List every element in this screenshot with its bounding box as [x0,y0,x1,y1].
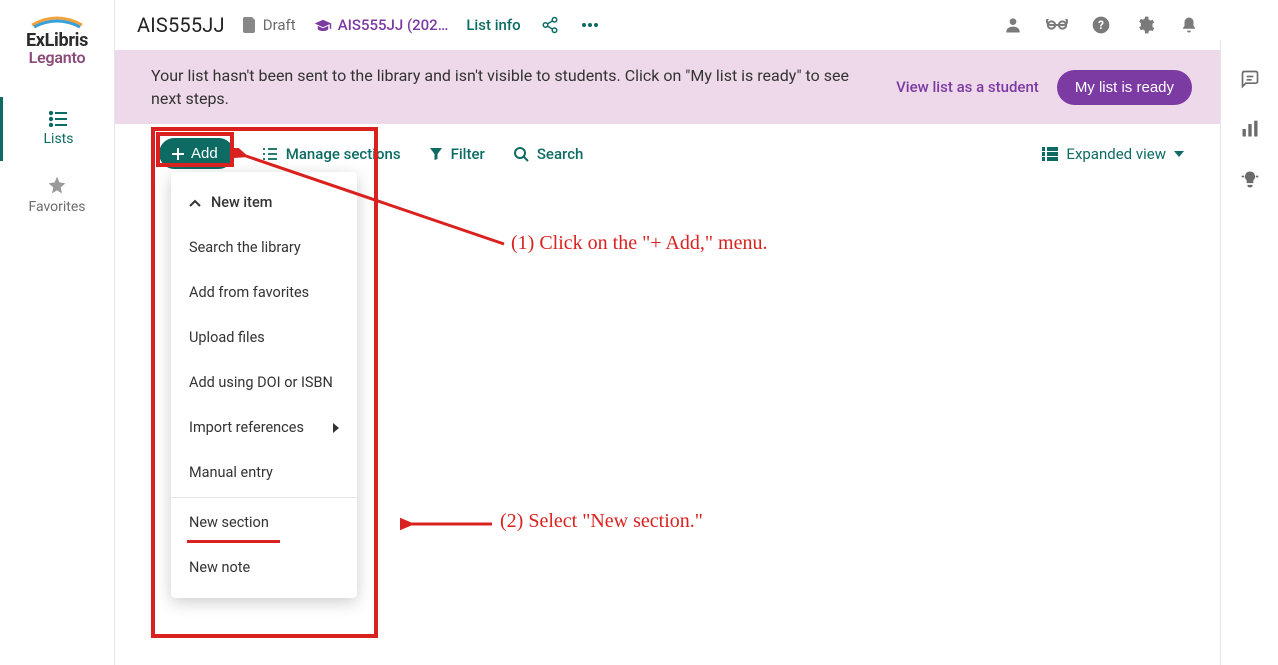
plus-icon [171,147,185,161]
course-label: AIS555JJ (202… [338,16,449,34]
dropdown-item-import-references[interactable]: Import references [171,405,357,450]
svg-text:?: ? [1098,18,1104,32]
draft-status[interactable]: Draft [243,16,296,34]
dropdown-item-label: Add using DOI or ISBN [189,374,333,391]
dropdown-item-label: Add from favorites [189,284,309,301]
filter-icon [429,147,443,161]
dropdown-item-upload-files[interactable]: Upload files [171,315,357,360]
annotation-text-2: (2) Select "New section." [500,510,703,533]
gear-icon[interactable] [1134,14,1156,36]
list-toolbar: Add Manage sections Filter Search Expand… [115,120,1220,169]
dropdown-item-manual-entry[interactable]: Manual entry [171,450,357,495]
analytics-icon[interactable] [1239,118,1261,140]
dropdown-item-add-doi-isbn[interactable]: Add using DOI or ISBN [171,360,357,405]
banner-actions: View list as a student My list is ready [896,70,1192,105]
logo-swoosh-icon [24,14,90,28]
sidebar-item-favorites[interactable]: Favorites [0,161,114,229]
search-label: Search [537,145,584,163]
manage-sections-label: Manage sections [286,145,401,163]
list-icon [49,111,69,127]
view-as-student-link[interactable]: View list as a student [896,78,1039,96]
dropdown-item-label: New item [211,194,272,211]
chevron-right-icon [333,423,339,433]
dropdown-item-label: Upload files [189,329,265,346]
annotation-arrow-2 [400,516,500,532]
dropdown-item-add-from-favorites[interactable]: Add from favorites [171,270,357,315]
more-menu-icon[interactable] [579,14,601,36]
bell-icon[interactable] [1178,14,1200,36]
graduation-cap-icon [314,18,332,32]
add-button[interactable]: Add [159,138,234,169]
ready-banner: Your list hasn't been sent to the librar… [115,50,1220,124]
topbar: AIS555JJ Draft AIS555JJ (202… List info … [115,0,1220,50]
search-button[interactable]: Search [513,145,584,163]
help-icon[interactable]: ? [1090,14,1112,36]
chat-icon[interactable] [1239,68,1261,90]
dropdown-item-label: New note [189,559,250,576]
my-list-ready-button[interactable]: My list is ready [1057,70,1192,105]
list-info-link[interactable]: List info [466,16,520,34]
dropdown-item-label: Search the library [189,239,301,256]
link-icon[interactable] [1046,14,1068,36]
view-toggle[interactable]: Expanded view [1042,145,1184,163]
list-title: AIS555JJ [137,13,225,37]
lightbulb-icon[interactable] [1239,168,1261,190]
expanded-view-icon [1042,147,1058,161]
logo-text-leganto: Leganto [24,48,90,67]
annotation-text-1: (1) Click on the "+ Add," menu. [511,232,767,255]
view-toggle-label: Expanded view [1066,145,1166,163]
sidebar-item-lists[interactable]: Lists [0,97,114,161]
filter-button[interactable]: Filter [429,145,485,163]
topbar-right: ? [1002,14,1200,36]
left-sidebar: ExLibris Leganto Lists Favorites [0,0,115,665]
search-icon [513,146,529,162]
dropdown-item-new-item[interactable]: New item [171,180,357,225]
star-icon [47,175,67,195]
draft-label: Draft [263,16,296,34]
dropdown-item-new-note[interactable]: New note [171,545,357,590]
caret-down-icon [1174,151,1184,157]
add-button-label: Add [191,145,218,162]
add-dropdown: New item Search the library Add from fav… [171,172,357,598]
dropdown-item-new-section[interactable]: New section [171,500,357,545]
user-icon[interactable] [1002,14,1024,36]
chevron-up-icon [189,199,201,207]
right-rail [1220,40,1278,665]
sidebar-item-label: Lists [44,131,74,147]
share-icon[interactable] [539,14,561,36]
sections-icon [262,147,278,161]
course-link[interactable]: AIS555JJ (202… [314,16,449,34]
file-icon [243,17,257,33]
dropdown-divider [171,497,357,498]
dropdown-item-search-library[interactable]: Search the library [171,225,357,270]
logo: ExLibris Leganto [18,14,96,67]
manage-sections-button[interactable]: Manage sections [262,145,401,163]
banner-text: Your list hasn't been sent to the librar… [151,64,871,110]
dropdown-item-label: Import references [189,419,304,436]
dropdown-item-label: New section [189,514,269,531]
sidebar-item-label: Favorites [28,199,85,215]
filter-label: Filter [451,145,485,163]
dropdown-item-label: Manual entry [189,464,273,481]
